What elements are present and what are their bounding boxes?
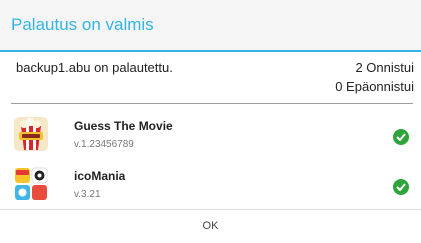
dialog-title-bar: Palautus on valmis	[0, 0, 421, 50]
app-name: Guess The Movie	[74, 119, 173, 133]
success-count: 2 Onnistui	[355, 60, 414, 75]
guess-the-movie-app-icon	[14, 117, 48, 151]
success-check-icon	[393, 129, 409, 145]
summary-divider	[11, 103, 413, 104]
app-list-item: icoMania v.3.21	[0, 160, 421, 210]
dialog-title: Palautus on valmis	[11, 15, 154, 34]
restore-file-message: backup1.abu on palautettu.	[16, 60, 173, 75]
app-list-item: Guess The Movie v.1.23456789	[0, 110, 421, 160]
app-name: icoMania	[74, 169, 126, 183]
app-version: v.1.23456789	[74, 139, 134, 150]
title-divider	[0, 50, 421, 52]
restore-complete-dialog: Palautus on valmis backup1.abu on palaut…	[0, 0, 421, 243]
app-version: v.3.21	[74, 189, 101, 200]
success-check-icon	[393, 179, 409, 195]
icomania-app-icon	[14, 167, 48, 201]
failure-count: 0 Epäonnistui	[335, 79, 414, 94]
ok-button[interactable]: OK	[0, 210, 421, 243]
